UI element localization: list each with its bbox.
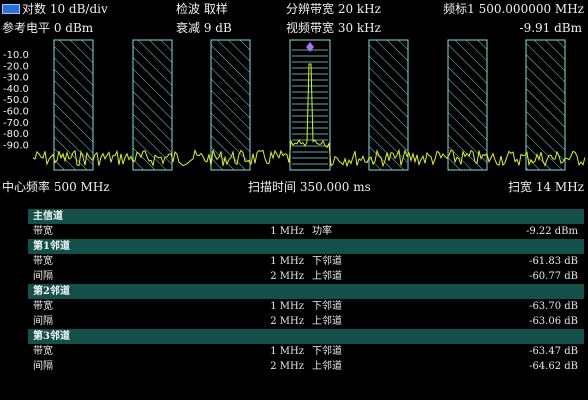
row-result: -9.22 dBm (525, 226, 578, 237)
row-result: -63.70 dB (529, 301, 578, 312)
row-label: 间隔 (33, 271, 53, 282)
y-axis-ticks: -10.0-20.0-30.0-40.0-50.0-60.0-70.0-80.0… (3, 50, 29, 151)
main-channel-band (289, 39, 331, 171)
row-label: 带宽 (33, 301, 53, 312)
row-value: 1 MHz (270, 301, 304, 312)
y-tick-label: -40.0 (3, 84, 29, 95)
table-row: 间隔 2 MHz 上邻道 -64.62 dB (28, 359, 584, 374)
table-row: 带宽 1 MHz 下邻道 -61.83 dB (28, 254, 584, 269)
row-result: -64.62 dB (529, 361, 578, 372)
table-row: 间隔 2 MHz 上邻道 -60.77 dB (28, 269, 584, 284)
row-result: -63.06 dB (529, 316, 578, 327)
row-name: 上邻道 (312, 316, 342, 327)
row-value: 2 MHz (270, 271, 304, 282)
vbw-readout: 视频带宽 30 kHz (286, 21, 381, 35)
row-label: 带宽 (33, 256, 53, 267)
main-channel-header: 主信道 (28, 209, 584, 224)
marker-level: -9.91 dBm (519, 21, 582, 35)
attenuation-readout: 衰减 9 dB (176, 21, 232, 35)
scale-readout: 对数 10 dB/div (22, 2, 108, 16)
y-tick-label: -70.0 (3, 118, 29, 129)
adjacent-channel-band (53, 39, 94, 171)
y-tick-label: -60.0 (3, 107, 29, 118)
adjacent-channel-band (132, 39, 173, 171)
adjacent-channel-band (447, 39, 488, 171)
adjacent-2-header: 第2邻道 (28, 284, 584, 299)
table-row: 带宽 1 MHz 下邻道 -63.70 dB (28, 299, 584, 314)
row-value: 1 MHz (270, 346, 304, 357)
y-tick-label: -80.0 (3, 129, 29, 140)
row-name: 上邻道 (312, 361, 342, 372)
row-label: 带宽 (33, 346, 53, 357)
row-result: -60.77 dB (529, 271, 578, 282)
row-name: 下邻道 (312, 256, 342, 267)
main-channel-row: 带宽 1 MHz 功率 -9.22 dBm (28, 224, 584, 239)
y-tick-label: -20.0 (3, 61, 29, 72)
log-scale-icon (2, 4, 20, 14)
row-value: 2 MHz (270, 361, 304, 372)
row-label: 带宽 (33, 226, 53, 237)
row-value: 2 MHz (270, 316, 304, 327)
center-frequency: 中心频率 500 MHz (2, 180, 110, 194)
spectrum-plot[interactable]: -10.0-20.0-30.0-40.0-50.0-60.0-70.0-80.0… (0, 38, 588, 178)
ref-level-readout: 参考电平 0 dBm (2, 21, 94, 35)
row-result: -63.47 dB (529, 346, 578, 357)
sweep-time: 扫描时间 350.000 ms (248, 180, 371, 194)
channel-bands (53, 39, 566, 171)
adjacent-channel-band (525, 39, 566, 171)
adjacent-3-header: 第3邻道 (28, 329, 584, 344)
table-row: 间隔 2 MHz 上邻道 -63.06 dB (28, 314, 584, 329)
row-value: 1 MHz (270, 226, 304, 237)
adjacent-channel-band (210, 39, 251, 171)
marker-frequency: 频标1 500.000000 MHz (443, 2, 584, 16)
y-tick-label: -50.0 (3, 95, 29, 106)
row-label: 间隔 (33, 316, 53, 327)
row-label: 间隔 (33, 361, 53, 372)
row-result: -61.83 dB (529, 256, 578, 267)
marker-diamond-icon (306, 42, 314, 52)
row-name: 下邻道 (312, 346, 342, 357)
y-tick-label: -30.0 (3, 73, 29, 84)
span-readout: 扫宽 14 MHz (508, 180, 584, 194)
table-row: 带宽 1 MHz 下邻道 -63.47 dB (28, 344, 584, 359)
rbw-readout: 分辨带宽 20 kHz (286, 2, 381, 16)
adjacent-1-header: 第1邻道 (28, 239, 584, 254)
y-tick-label: -90.0 (3, 140, 29, 151)
y-tick-label: -10.0 (3, 50, 29, 61)
row-name: 上邻道 (312, 271, 342, 282)
spectrum-trace (32, 63, 586, 168)
row-name: 功率 (312, 226, 332, 237)
row-name: 下邻道 (312, 301, 342, 312)
row-value: 1 MHz (270, 256, 304, 267)
detector-readout: 检波 取样 (176, 2, 228, 16)
acp-results-table: 主信道 带宽 1 MHz 功率 -9.22 dBm 第1邻道 带宽 1 MHz … (28, 209, 584, 374)
adjacent-channel-band (368, 39, 409, 171)
